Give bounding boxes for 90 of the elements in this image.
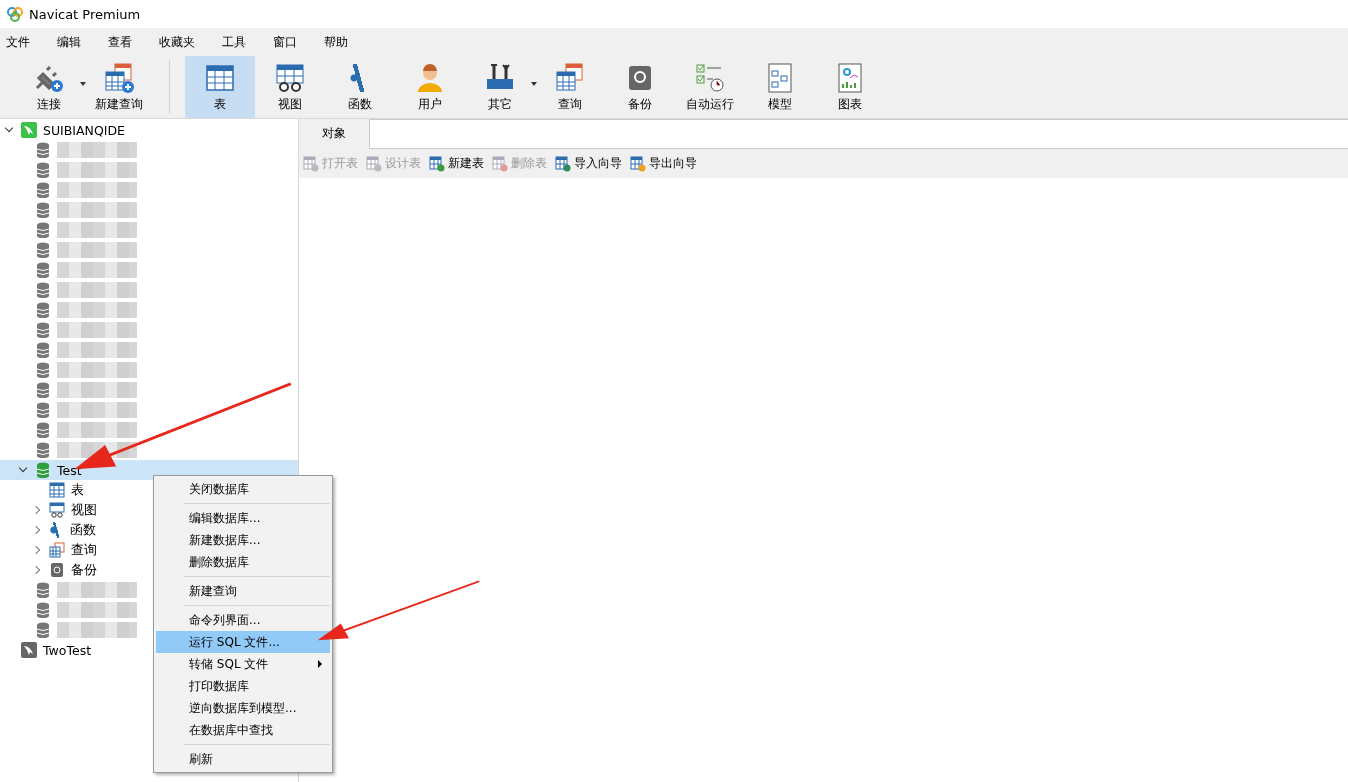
menu-item[interactable]: 转储 SQL 文件 <box>156 653 330 675</box>
database-icon <box>35 342 51 358</box>
grid-icon <box>103 61 135 94</box>
database-icon <box>35 302 51 318</box>
database-icon <box>35 622 51 638</box>
checklist-clock-icon <box>694 61 726 94</box>
table-action-icon <box>555 155 571 172</box>
toolbar-button[interactable]: 图表 <box>815 56 885 118</box>
tree-item[interactable]: SUIBIANQIDE <box>0 120 129 140</box>
menu-item[interactable]: 删除数据库 <box>156 551 330 573</box>
object-toolbar-button[interactable]: 新建表 <box>429 155 484 172</box>
table-action-icon <box>429 155 445 172</box>
toolbar-button[interactable]: 模型 <box>745 56 815 118</box>
glasses-table-icon <box>49 502 65 518</box>
database-icon <box>35 462 51 478</box>
backup-icon <box>49 562 65 578</box>
toolbar-button[interactable]: 函数 <box>325 56 395 118</box>
menu-item[interactable]: 在数据库中查找 <box>156 719 330 741</box>
grid-icon <box>554 61 586 94</box>
table-action-icon <box>492 155 508 172</box>
menu-item[interactable]: 编辑 <box>57 33 94 51</box>
tree-label: Test <box>57 462 82 478</box>
tree-item[interactable]: 查询 <box>0 540 101 560</box>
database-icon <box>35 222 51 238</box>
caret-icon <box>531 82 537 86</box>
table-action-icon <box>303 155 319 172</box>
database-icon <box>35 362 51 378</box>
database-icon <box>35 242 51 258</box>
toolbar-button[interactable]: 自动运行 <box>675 56 745 118</box>
tree-item[interactable]: 表 <box>0 480 88 500</box>
toolbar-button[interactable]: 连接 <box>14 56 84 118</box>
tree-item[interactable]: 备份 <box>0 560 101 580</box>
toolbar-button[interactable]: 视图 <box>255 56 325 118</box>
tree-label: 函数 <box>70 521 96 539</box>
database-icon <box>35 142 51 158</box>
tree-label: TwoTest <box>43 642 92 658</box>
window-title: Navicat Premium <box>29 6 141 22</box>
dolphin-icon <box>21 642 37 658</box>
menu-item[interactable]: 运行 SQL 文件... <box>156 631 330 653</box>
menu-item[interactable]: 文件 <box>6 33 43 51</box>
toolbar-button[interactable]: 备份 <box>605 56 675 118</box>
table-action-icon <box>366 155 382 172</box>
tree-item[interactable]: 函数 <box>0 520 100 540</box>
tree-label: 备份 <box>71 561 97 579</box>
tree-item[interactable]: TwoTest <box>0 640 96 660</box>
tree-item[interactable]: 视图 <box>0 500 101 520</box>
database-icon <box>35 442 51 458</box>
menu-item[interactable]: 命令列界面... <box>156 609 330 631</box>
menu-item[interactable]: 工具 <box>222 33 259 51</box>
tree-label: SUIBIANQIDE <box>43 122 125 138</box>
object-toolbar-button[interactable]: 导入向导 <box>555 155 622 172</box>
toolbar-button[interactable]: 用户 <box>395 56 465 118</box>
database-icon <box>35 382 51 398</box>
toolbar-button[interactable]: 表 <box>185 56 255 118</box>
table-action-icon <box>630 155 646 172</box>
menu-item[interactable]: 帮助 <box>324 33 361 51</box>
menu-item[interactable]: 收藏夹 <box>159 33 208 51</box>
caret-icon <box>80 82 86 86</box>
menu-item[interactable]: 关闭数据库 <box>156 478 330 500</box>
tree-label: 查询 <box>71 541 97 559</box>
menu-item[interactable]: 查看 <box>108 33 145 51</box>
menu-item[interactable]: 刷新 <box>156 748 330 770</box>
database-icon <box>35 582 51 598</box>
toolbar-button[interactable]: 新建查询 <box>84 56 154 118</box>
menu-item[interactable]: 新建查询 <box>156 580 330 602</box>
database-icon <box>35 322 51 338</box>
database-icon <box>35 602 51 618</box>
grid-icon <box>49 542 65 558</box>
object-toolbar-button[interactable]: 导出向导 <box>630 155 697 172</box>
app-logo-icon <box>7 6 23 22</box>
database-icon <box>35 182 51 198</box>
menu-item[interactable]: 新建数据库... <box>156 529 330 551</box>
table-icon <box>49 482 65 498</box>
tree-label: 表 <box>71 481 84 499</box>
menu-item[interactable]: 窗口 <box>273 33 310 51</box>
glasses-table-icon <box>274 61 306 94</box>
submenu-arrow-icon <box>318 660 322 668</box>
tree-label: 视图 <box>71 501 97 519</box>
dolphin-icon <box>21 122 37 138</box>
toolbar-button[interactable]: 其它 <box>465 56 535 118</box>
database-icon <box>35 402 51 418</box>
menu-item[interactable]: 打印数据库 <box>156 675 330 697</box>
database-icon <box>35 422 51 438</box>
database-icon <box>35 162 51 178</box>
database-icon <box>35 202 51 218</box>
toolbar-button[interactable]: 查询 <box>535 56 605 118</box>
menu-item[interactable]: 逆向数据库到模型... <box>156 697 330 719</box>
database-icon <box>35 262 51 278</box>
database-icon <box>35 282 51 298</box>
menu-item[interactable]: 编辑数据库... <box>156 507 330 529</box>
